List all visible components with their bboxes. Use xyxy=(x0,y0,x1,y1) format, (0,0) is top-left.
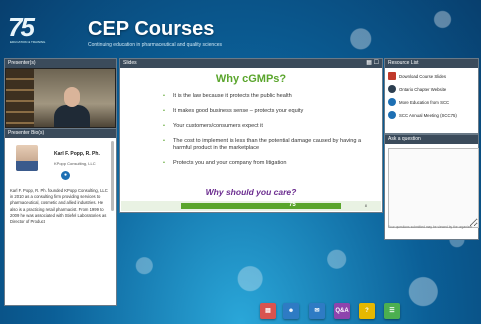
slide-bullet: It is the law because it protects the pu… xyxy=(163,93,363,100)
slide-page-number: 8 xyxy=(364,203,367,208)
logo-mark: 75 xyxy=(8,12,35,42)
slide-bullet: Protects you and your company from litig… xyxy=(163,160,363,167)
logo: 75 EDUCATION & TRAINING xyxy=(8,10,78,46)
ask-note: Your questions submitted may be viewed b… xyxy=(388,225,473,229)
slide-bullet: The cost to implement is less than the p… xyxy=(163,138,363,152)
fullscreen-icon[interactable]: ▦ ☐ xyxy=(366,59,379,68)
chat-icon[interactable]: ● xyxy=(61,171,70,180)
slides-header-label: Slides xyxy=(123,60,137,66)
bio-card: Karl F. Popp, R. Ph. KPopp Consulting, L… xyxy=(8,141,112,299)
presenters-panel: Presenter(s) xyxy=(4,58,117,129)
resource-list-panel: Resource List Download Course Slides Ont… xyxy=(384,58,479,134)
bookshelf-background xyxy=(6,69,34,127)
resource-item-annual-meeting[interactable]: SCC Annual Meeting (SCC75) xyxy=(388,111,474,121)
bio-company: KPopp Consulting, LLC xyxy=(54,161,96,166)
presenter-head xyxy=(64,87,80,107)
slide-title: Why cGMPs? xyxy=(215,73,287,85)
resource-label: Ontario Chapter Website xyxy=(399,87,447,92)
resource-label: SCC Annual Meeting (SCC75) xyxy=(399,113,457,118)
qa-tool-icon[interactable]: Q&A xyxy=(334,303,350,319)
slides-tool-icon[interactable]: ▤ xyxy=(260,303,276,319)
people-tool-icon[interactable]: ☻ xyxy=(283,303,299,319)
logo-subtext: EDUCATION & TRAINING xyxy=(10,40,46,44)
slides-header: Slides ▦ ☐ xyxy=(120,59,382,68)
slide-bullet: Your customers/consumers expect it xyxy=(163,123,363,130)
resource-item-download-slides[interactable]: Download Course Slides xyxy=(388,72,474,82)
resource-list-header: Resource List xyxy=(385,59,478,68)
presenter-video[interactable] xyxy=(6,69,115,127)
page-title: CEP Courses xyxy=(88,18,215,40)
chat-tool-icon[interactable]: ✉ xyxy=(309,303,325,319)
resource-item-more-education[interactable]: More Education from SCC xyxy=(388,98,474,108)
link-icon xyxy=(388,98,396,106)
header: 75 EDUCATION & TRAINING CEP Courses Cont… xyxy=(0,0,481,55)
avatar xyxy=(16,145,38,171)
bio-header: Presenter Bio(s) xyxy=(5,129,116,138)
ask-question-header: Ask a question xyxy=(385,135,478,144)
footer-bar xyxy=(181,203,341,209)
resource-item-ontario-website[interactable]: Ontario Chapter Website xyxy=(388,85,474,95)
resource-label: More Education from SCC xyxy=(399,100,450,105)
bio-scrollbar[interactable] xyxy=(111,141,114,211)
resource-label: Download Course Slides xyxy=(399,74,447,79)
question-input[interactable] xyxy=(388,148,479,228)
link-icon xyxy=(388,111,396,119)
slide-bullet: It makes good business sense – protects … xyxy=(163,108,363,115)
slide-footer: 75 8 xyxy=(121,201,381,211)
resources-tool-icon[interactable]: ☰ xyxy=(384,303,400,319)
presenter-body xyxy=(54,105,90,127)
footer-logo: 75 xyxy=(289,202,296,208)
slides-panel: Slides ▦ ☐ Why cGMPs? It is the law beca… xyxy=(119,58,383,213)
page-subtitle: Continuing education in pharmaceutical a… xyxy=(88,42,222,48)
ask-question-panel: Ask a question Your questions submitted … xyxy=(384,134,479,240)
link-icon xyxy=(388,85,396,93)
bio-name: Karl F. Popp, R. Ph. xyxy=(54,151,100,157)
slide-bullets: It is the law because it protects the pu… xyxy=(163,93,363,175)
presenter-bio-panel: Presenter Bio(s) Karl F. Popp, R. Ph. KP… xyxy=(4,128,117,306)
help-tool-icon[interactable]: ? xyxy=(359,303,375,319)
slide-question: Why should you care? xyxy=(205,187,297,197)
pdf-icon xyxy=(388,72,396,80)
slide-canvas: Why cGMPs? It is the law because it prot… xyxy=(121,69,381,211)
bio-text: Karl F. Popp, R. Ph. founded KPopp Consu… xyxy=(10,188,108,225)
presenters-header: Presenter(s) xyxy=(5,59,116,68)
